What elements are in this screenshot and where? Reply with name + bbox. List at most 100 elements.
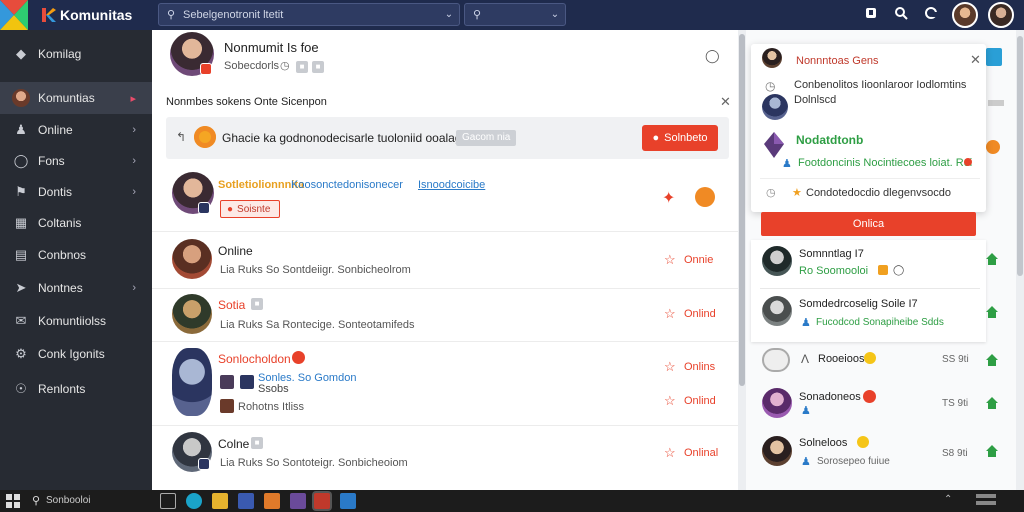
lock-icon: ■ [296,61,308,73]
close-icon[interactable]: ✕ [970,52,981,68]
sidebar-item-label: Renlonts [38,382,86,396]
more-icon[interactable] [695,187,715,207]
status-label: Onlind [684,395,716,407]
clock-display[interactable] [976,494,996,498]
row-divider [152,231,738,232]
document-icon: ▤ [14,247,28,262]
status-label: Onlins [684,361,716,373]
right-item-name[interactable]: Rooeioos [818,353,864,365]
folder-icon[interactable] [212,493,228,509]
right-item-name[interactable]: Somdedrcoselig Soile I7 [799,298,918,310]
user-avatar[interactable] [952,2,978,28]
feed-name[interactable]: Sonlocholdon [218,352,291,366]
chevron-down-icon[interactable]: ⌄ [439,9,459,20]
popup-avatar[interactable] [762,94,788,120]
browser-icon[interactable] [186,493,202,509]
record-icon: ● [652,132,660,144]
search-icon[interactable] [892,6,910,24]
media-thumb[interactable] [220,375,234,389]
task-view-icon[interactable] [160,493,176,509]
sparkle-icon[interactable]: ✦ [662,188,675,208]
sidebar-item-komuntiiolss[interactable]: ✉ Komuntiiolss [0,305,152,337]
star-icon[interactable]: ☆ [664,306,676,322]
status-label: Onlind [684,308,716,320]
close-icon[interactable]: ✕ [720,94,731,110]
home-icon[interactable] [985,252,999,266]
right-avatar[interactable] [762,388,792,418]
options-icon[interactable]: ◯ [705,48,720,64]
right-panel-tab[interactable] [986,48,1002,66]
feed-name[interactable]: Online [218,244,253,258]
sidebar-item-online[interactable]: ♟ Online › [0,114,152,146]
media-thumb[interactable] [240,375,254,389]
brand[interactable]: Komunitas [0,0,152,30]
sidebar-item-label: Komuntiiolss [38,314,107,328]
sidebar-item-renlonts[interactable]: ☉ Renlonts [0,373,152,405]
composer-text[interactable]: Ghacie ka godnonodecisarle tuoloniid ooa… [222,131,474,145]
right-avatar[interactable] [762,348,790,372]
sidebar-item-komilag[interactable]: ◆ Komilag [0,38,152,70]
feed-tag-button[interactable]: ● Soisnte [220,200,280,218]
user-icon: ♟ [782,158,792,170]
main-scrollbar[interactable] [738,30,746,490]
right-item-name[interactable]: Somnntlag I7 [799,248,864,260]
app-icon[interactable] [340,493,356,509]
popup-highlight[interactable]: Nodatdtonb [796,133,863,147]
app-icon[interactable] [264,493,280,509]
scrollbar-thumb[interactable] [1017,36,1023,276]
feed-name[interactable]: Sotia [218,298,245,312]
sidebar-item-dontis[interactable]: ⚑ Dontis › [0,176,152,208]
feed-avatar[interactable] [172,239,212,279]
popup-avatar[interactable] [762,48,782,68]
sidebar-item-coltanis[interactable]: ▦ Coltanis [0,207,152,239]
active-app-icon[interactable] [314,493,330,509]
reply-icon[interactable]: ↰ [176,130,186,144]
user-avatar-secondary[interactable] [988,2,1014,28]
sidebar-item-komuntias[interactable]: Komuntias ▸ [0,82,152,114]
tray-icon[interactable]: ⌃ [944,494,952,505]
right-avatar[interactable] [762,296,792,326]
notification-icon[interactable] [862,6,880,24]
secondary-search-input[interactable]: ⚲ ⌄ [464,3,566,26]
feed-link-secondary[interactable]: Isnoodcoicibe [418,179,485,191]
submit-button[interactable]: ● Solnbeto [642,125,718,151]
popup-title: Nonnntoas Gens [796,55,879,67]
chevron-down-icon[interactable]: ⌄ [545,9,565,20]
emoji-icon[interactable] [194,126,216,148]
home-icon[interactable] [985,444,999,458]
windows-start-icon[interactable] [6,494,20,508]
app-icon[interactable] [238,493,254,509]
app-icon[interactable] [290,493,306,509]
right-item-name[interactable]: Sonadoneos [799,391,861,403]
search-input[interactable]: ⚲ Sebelgenotronit ltetit ⌄ [158,3,460,26]
feed-name[interactable]: Colne [218,437,249,451]
media-thumb[interactable] [220,399,234,413]
star-icon[interactable]: ☆ [664,393,676,409]
sidebar-item-nontnes[interactable]: ➤ Nontnes › [0,272,152,304]
taskbar-search[interactable]: Sonbooloi [46,495,90,506]
home-icon[interactable] [985,305,999,319]
right-item-name[interactable]: Solneloos [799,437,847,449]
online-button[interactable]: Onlica [761,212,976,236]
right-avatar[interactable] [762,246,792,276]
feed-avatar[interactable] [172,294,212,334]
sidebar-item-conbnos[interactable]: ▤ Conbnos [0,239,152,271]
star-icon[interactable]: ☆ [664,359,676,375]
home-icon[interactable] [985,396,999,410]
share-icon[interactable]: ■ [312,61,324,73]
feed-link[interactable]: Koosonctedonisonecer [291,179,403,191]
star-icon[interactable]: ☆ [664,252,676,268]
scrollbar-thumb[interactable] [739,34,745,386]
chat-bubble-icon[interactable] [922,6,940,24]
composer-chip[interactable]: Gacom nia [456,130,517,146]
sidebar-item-fons[interactable]: ◯ Fons › [0,145,152,177]
date-display[interactable] [976,501,996,505]
home-icon[interactable] [985,353,999,367]
right-avatar[interactable] [762,436,792,466]
right-scrollbar[interactable] [1016,30,1024,490]
coin-icon [864,352,876,364]
star-icon[interactable]: ☆ [664,445,676,461]
feed-avatar[interactable] [172,348,212,416]
search-icon[interactable]: ⚲ [32,494,40,507]
sidebar-item-conk-igonits[interactable]: ⚙ Conk Igonits [0,338,152,370]
